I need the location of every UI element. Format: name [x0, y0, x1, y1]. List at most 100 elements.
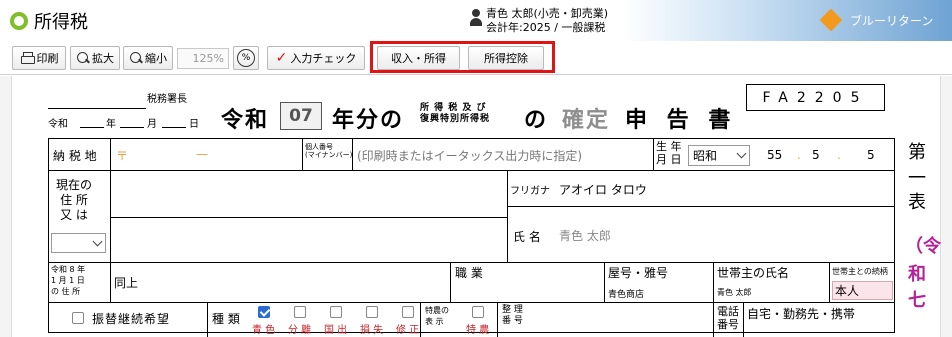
rule-furigana [507, 206, 895, 207]
address-field-2[interactable] [111, 218, 507, 261]
vrule-seiri [497, 302, 498, 337]
address-type-select[interactable] [51, 233, 106, 253]
postal-dash: — [196, 147, 208, 161]
zoom-out-icon [129, 51, 142, 65]
side-caption-4: （令 [905, 236, 941, 257]
jan1-address-field[interactable]: 同上 [114, 274, 138, 291]
era-select[interactable]: 昭和 [688, 145, 750, 166]
brand-name: ブルーリターン [850, 13, 934, 28]
vrule-mynumber [302, 138, 303, 170]
jan1-address-label: 令和 8 年 1 月 1 日 の 住 所 [51, 265, 86, 296]
app-header: 所得税 青色 太郎(小売・卸売業) 会計年:2025 / 一般課税 ブルーリター… [0, 0, 952, 41]
date-month-unit: 月 [147, 119, 157, 130]
seiri-number-label: 整 理 番 号 [502, 305, 523, 326]
title-shinkokusho: 申 告 書 [625, 108, 737, 133]
side-caption-3: 表 [908, 192, 926, 213]
vertical-scrollbar[interactable] [940, 76, 952, 337]
kind-bunri-checkbox[interactable] [294, 306, 306, 318]
checkmark-icon: ✓ [275, 50, 288, 66]
birth-year-field[interactable]: 55 [767, 148, 782, 162]
input-check-label: 入力チェック [290, 52, 357, 65]
side-caption-5: 和 [908, 264, 926, 285]
vrule-tokuno [420, 302, 421, 337]
kind-sonshitsu-label: 損 失 [360, 325, 384, 336]
tax-office-underline [48, 108, 146, 109]
date-day-unit: 日 [189, 119, 199, 130]
user-icon [470, 7, 482, 27]
relation-label: 世帯主との続柄 [832, 267, 888, 276]
zoom-in-icon [76, 51, 89, 65]
kind-aoiro-checkbox[interactable] [258, 306, 270, 318]
vrule-kind [207, 302, 208, 337]
date-day-blank [162, 127, 186, 128]
kind-label: 種 類 [212, 312, 240, 326]
left-scroll-gutter [0, 76, 12, 337]
birth-dot-2: . [837, 148, 841, 162]
brand-logo-icon [820, 9, 842, 31]
tokuno-option-label: 特 農 [466, 325, 490, 336]
input-check-button[interactable]: ✓ 入力チェック [267, 46, 365, 70]
phone-label: 電話 番号 [717, 305, 739, 331]
rule-2 [48, 262, 895, 263]
chevron-down-icon [92, 236, 103, 247]
side-caption-2: 一 [908, 168, 926, 189]
current-address-label: 現在の 住 所 又 は [56, 178, 93, 222]
address-field[interactable] [111, 171, 507, 217]
title-nenbun: 年分の [332, 108, 405, 133]
rule-3 [48, 302, 895, 303]
vrule-name [507, 170, 508, 262]
relation-field[interactable]: 本人 [832, 281, 893, 300]
occupation-label: 職 業 [455, 266, 483, 280]
zoom-out-button[interactable]: 縮小 [123, 46, 173, 70]
shop-name-field[interactable]: 青色商店 [608, 287, 644, 300]
zoom-in-button[interactable]: 拡大 [70, 46, 120, 70]
app-title: 所得税 [34, 12, 88, 33]
kind-kokushutsu-label: 国 出 [324, 325, 348, 336]
zoom-value-field[interactable]: 125% [177, 48, 229, 69]
kind-aoiro-label: 青 色 [252, 325, 276, 336]
form-code-box: FA2205 [746, 84, 885, 111]
title-reiwa: 令和 [221, 108, 270, 133]
furigana-field[interactable]: アオイロ タロウ [559, 181, 647, 198]
mynumber-field[interactable]: (印刷時またはイータックス出力時に指定) [357, 147, 582, 164]
zoom-percent-button[interactable]: % [233, 46, 259, 70]
era-select-value: 昭和 [693, 149, 718, 163]
app-title-area: 所得税 [10, 8, 88, 34]
name-field[interactable]: 青色 太郎 [559, 227, 611, 244]
kind-bunri-label: 分 離 [288, 325, 312, 336]
date-year-unit: 年 [106, 119, 116, 130]
kind-sonshitsu-checkbox[interactable] [366, 306, 378, 318]
print-button[interactable]: 印刷 [12, 46, 66, 70]
brand-link[interactable]: ブルーリターン [820, 9, 933, 31]
date-month-blank [120, 127, 144, 128]
tokuno-label: 特農の 表 示 [425, 306, 449, 326]
user-name: 青色 太郎(小売・卸売業) [486, 7, 609, 20]
birth-day-field[interactable]: 5 [867, 148, 875, 162]
print-label: 印刷 [36, 52, 59, 65]
householder-label: 世帯主の氏名 [717, 266, 790, 280]
householder-field[interactable]: 青色 太郎 [717, 287, 752, 298]
chevron-down-icon [736, 148, 747, 159]
tax-year-field[interactable]: 07 [280, 102, 322, 130]
transfer-label: 振替継続希望 [92, 312, 171, 326]
side-caption-6: 七 [908, 290, 926, 311]
date-year-blank [80, 127, 104, 128]
postal-mark: 〒 [116, 149, 129, 163]
vrule-relation [829, 262, 830, 302]
mynumber-label: 個人番号 (マイナンバー) [305, 143, 353, 159]
birth-month-field[interactable]: 5 [812, 148, 820, 162]
kind-shusei-checkbox[interactable] [402, 306, 414, 318]
title-tax-kind: 所 得 税 及 び 復興特別所得税 [420, 103, 491, 124]
percent-zoom-icon: % [237, 49, 255, 67]
title-no: の [524, 108, 549, 133]
transfer-checkbox[interactable] [72, 312, 84, 324]
zoom-in-label: 拡大 [92, 52, 114, 65]
nozeichi-label: 納 税 地 [53, 149, 97, 163]
vrule-shop [604, 262, 605, 302]
user-info: 青色 太郎(小売・卸売業) 会計年:2025 / 一般課税 [470, 7, 608, 35]
tokuno-checkbox[interactable] [472, 306, 484, 318]
kind-kokushutsu-checkbox[interactable] [330, 306, 342, 318]
phone-type-field[interactable]: 自宅・勤務先・携帯 [747, 305, 855, 322]
furigana-label: フリガナ [510, 186, 550, 197]
shop-name-label: 屋号・雅号 [608, 266, 669, 280]
